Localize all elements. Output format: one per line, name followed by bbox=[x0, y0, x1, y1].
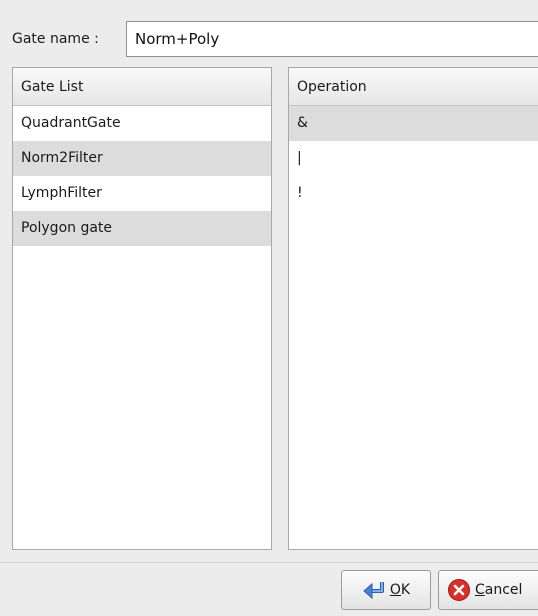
ok-label: OK bbox=[390, 582, 410, 598]
gate-name-label: Gate name : bbox=[12, 31, 99, 47]
gate-list-panel: Gate List QuadrantGate Norm2Filter Lymph… bbox=[12, 67, 272, 550]
gate-list-header[interactable]: Gate List bbox=[13, 68, 271, 106]
operation-list-header[interactable]: Operation bbox=[289, 68, 538, 106]
operation-item-and[interactable]: & bbox=[289, 106, 538, 141]
gate-name-input[interactable]: Norm+Poly bbox=[126, 21, 538, 57]
gate-list-item-quadrantgate[interactable]: QuadrantGate bbox=[13, 106, 271, 141]
cancel-button[interactable]: Cancel bbox=[438, 570, 538, 610]
gate-dialog: Gate name : Norm+Poly Gate List Quadrant… bbox=[0, 0, 538, 616]
ok-button[interactable]: OK bbox=[341, 570, 431, 610]
ok-label-rest: K bbox=[400, 582, 411, 598]
gate-list-item-lymphfilter[interactable]: LymphFilter bbox=[13, 176, 271, 211]
gate-list-item-norm2filter[interactable]: Norm2Filter bbox=[13, 141, 271, 176]
ok-arrow-icon bbox=[363, 582, 384, 600]
operation-list-panel: Operation & | ! bbox=[288, 67, 538, 550]
cancel-label: Cancel bbox=[475, 582, 522, 598]
gate-list-item-polygon-gate[interactable]: Polygon gate bbox=[13, 211, 271, 246]
cancel-label-rest: ancel bbox=[484, 582, 523, 598]
dialog-button-bar: OK Cancel bbox=[0, 562, 538, 616]
cancel-mnemonic: C bbox=[475, 582, 485, 598]
gate-name-row: Gate name : Norm+Poly bbox=[0, 0, 538, 64]
ok-mnemonic: O bbox=[389, 582, 401, 598]
cancel-x-icon bbox=[448, 579, 470, 601]
operation-item-not[interactable]: ! bbox=[289, 176, 538, 211]
operation-item-or[interactable]: | bbox=[289, 141, 538, 176]
